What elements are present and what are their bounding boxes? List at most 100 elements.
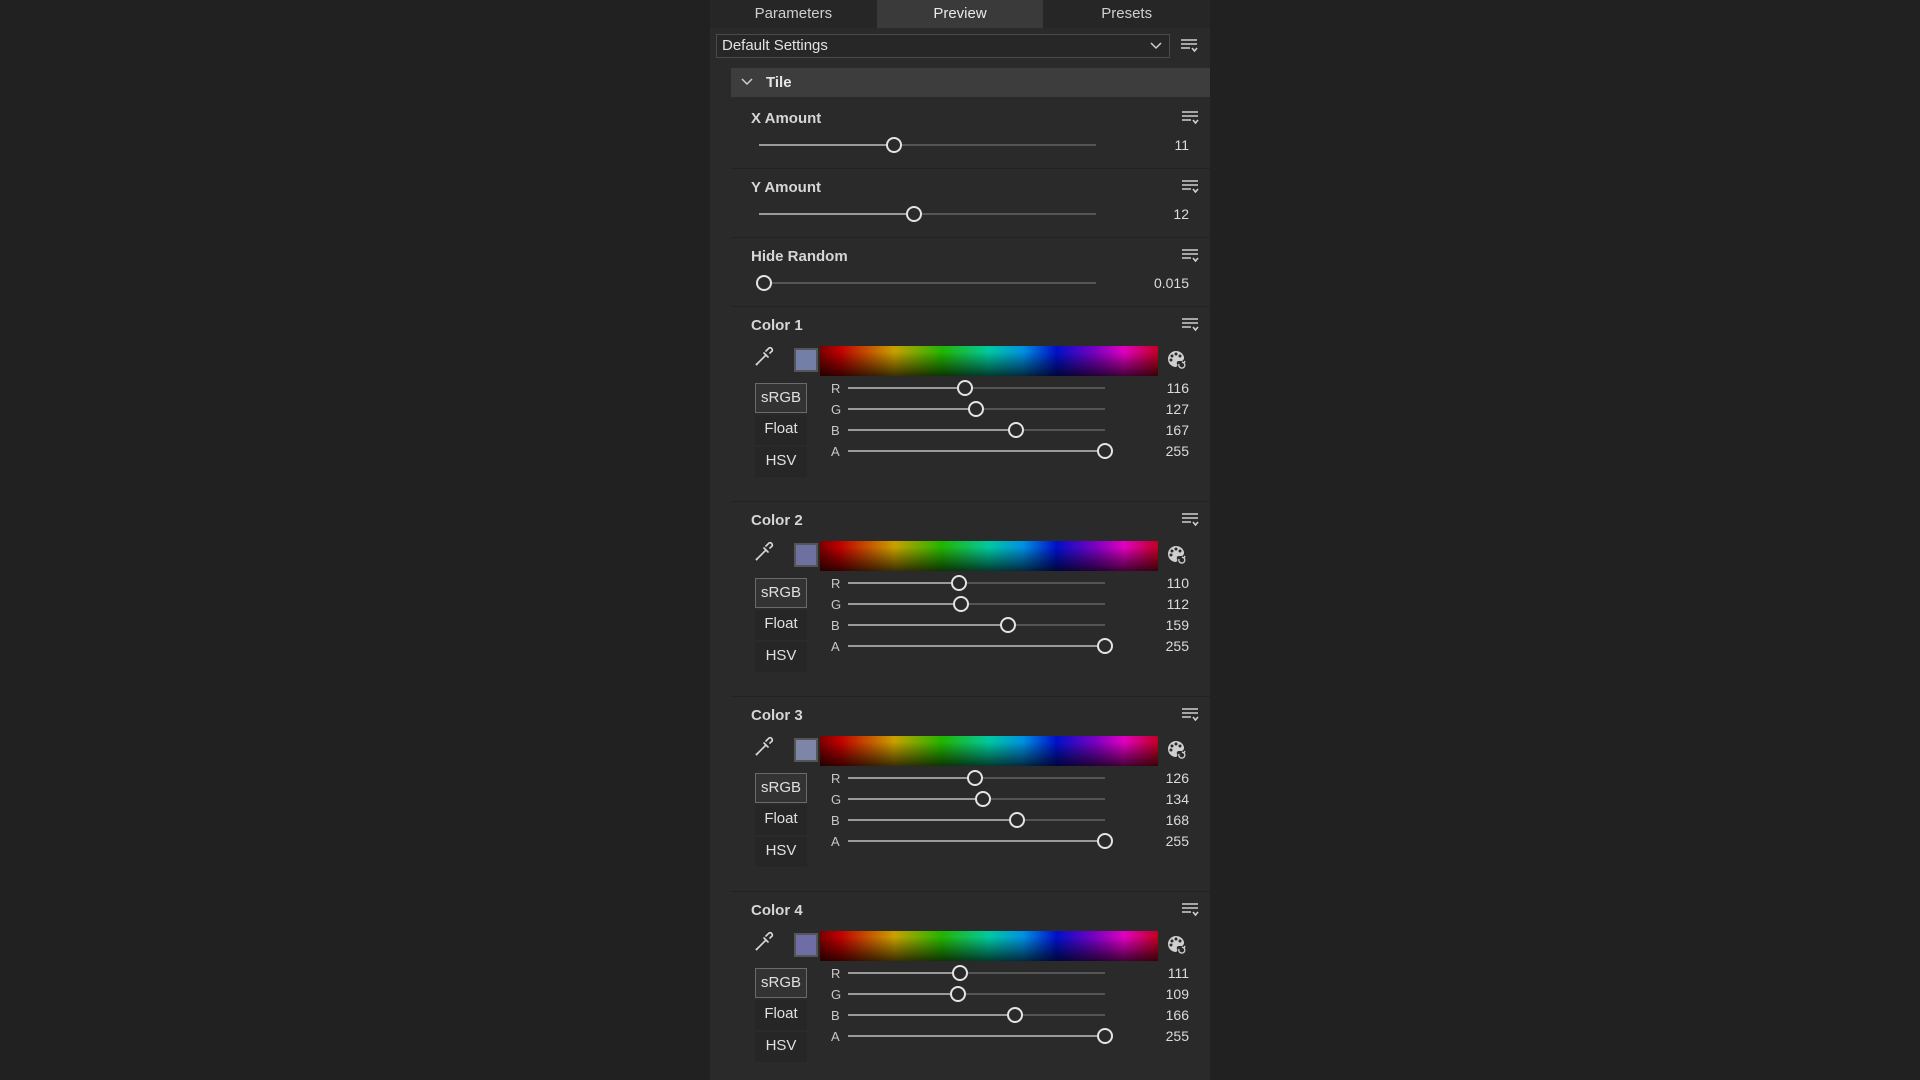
channel-value-b[interactable]: 166	[1166, 1007, 1189, 1023]
hue-spectrum[interactable]	[820, 736, 1158, 766]
color-wheel-icon[interactable]	[1165, 739, 1187, 761]
color-wheel-icon[interactable]	[1165, 544, 1187, 566]
hamburger-menu-icon[interactable]	[1180, 38, 1198, 54]
channel-value-b[interactable]: 167	[1166, 422, 1189, 438]
eyedropper-icon[interactable]	[754, 735, 774, 757]
channel-value-b[interactable]: 168	[1166, 812, 1189, 828]
channel-slider-a[interactable]	[848, 833, 1113, 849]
color-wheel-icon[interactable]	[1165, 349, 1187, 371]
channel-slider-g[interactable]	[848, 596, 1105, 612]
slider-knob[interactable]	[1008, 422, 1025, 438]
slider-knob[interactable]	[1007, 1007, 1024, 1023]
channel-slider-g[interactable]	[848, 986, 1105, 1002]
channel-slider-r[interactable]	[848, 380, 1105, 396]
y-amount-slider[interactable]	[759, 206, 1096, 222]
mode-button-hsv[interactable]: HSV	[755, 642, 807, 672]
param-value[interactable]: 0.015	[1154, 275, 1189, 291]
eyedropper-icon[interactable]	[754, 930, 774, 952]
channel-value-b[interactable]: 159	[1166, 617, 1189, 633]
slider-knob[interactable]	[756, 275, 773, 291]
channel-value-a[interactable]: 255	[1166, 443, 1189, 459]
slider-knob[interactable]	[951, 965, 968, 981]
group-header-tile[interactable]: Tile	[731, 68, 1210, 97]
channel-slider-b[interactable]	[848, 617, 1105, 633]
channel-value-r[interactable]: 116	[1167, 380, 1189, 396]
hamburger-menu-icon[interactable]	[1181, 248, 1199, 264]
channel-slider-a[interactable]	[848, 638, 1113, 654]
slider-fill	[848, 624, 1009, 626]
channel-slider-b[interactable]	[848, 812, 1105, 828]
channel-slider-b[interactable]	[848, 422, 1105, 438]
slider-knob[interactable]	[950, 575, 967, 591]
channel-slider-g[interactable]	[848, 401, 1105, 417]
channel-slider-a[interactable]	[848, 443, 1113, 459]
slider-knob[interactable]	[885, 137, 902, 153]
channel-value-g[interactable]: 112	[1167, 596, 1189, 612]
color-swatch[interactable]	[794, 348, 818, 372]
tab-parameters[interactable]: Parameters	[710, 0, 877, 28]
slider-knob[interactable]	[949, 986, 966, 1002]
slider-knob[interactable]	[906, 206, 923, 222]
hue-spectrum[interactable]	[820, 541, 1158, 571]
mode-button-srgb[interactable]: sRGB	[755, 383, 807, 413]
eyedropper-icon[interactable]	[754, 345, 774, 367]
slider-knob[interactable]	[1097, 833, 1113, 849]
mode-button-hsv[interactable]: HSV	[755, 447, 807, 477]
hamburger-menu-icon[interactable]	[1181, 707, 1199, 723]
hamburger-menu-icon[interactable]	[1181, 179, 1199, 195]
slider-knob[interactable]	[966, 770, 983, 786]
param-value[interactable]: 11	[1174, 137, 1189, 153]
slider-knob[interactable]	[1097, 638, 1113, 654]
hide-random-slider[interactable]	[756, 275, 1096, 291]
color-swatch[interactable]	[794, 543, 818, 567]
color-swatch[interactable]	[794, 738, 818, 762]
tab-preview[interactable]: Preview	[876, 0, 1044, 28]
hamburger-menu-icon[interactable]	[1181, 317, 1199, 333]
mode-button-float[interactable]: Float	[755, 415, 807, 445]
hue-spectrum[interactable]	[820, 931, 1158, 961]
channel-value-a[interactable]: 255	[1166, 638, 1189, 654]
mode-button-float[interactable]: Float	[755, 1000, 807, 1030]
hamburger-menu-icon[interactable]	[1181, 512, 1199, 528]
preset-dropdown[interactable]: Default Settings	[716, 34, 1170, 58]
channel-value-g[interactable]: 134	[1166, 791, 1189, 807]
channel-slider-b[interactable]	[848, 1007, 1105, 1023]
hamburger-menu-icon[interactable]	[1181, 110, 1199, 126]
mode-button-float[interactable]: Float	[755, 805, 807, 835]
channel-slider-g[interactable]	[848, 791, 1105, 807]
channel-value-a[interactable]: 255	[1166, 833, 1189, 849]
color-wheel-icon[interactable]	[1165, 934, 1187, 956]
channel-value-g[interactable]: 109	[1166, 986, 1189, 1002]
channel-value-r[interactable]: 111	[1168, 965, 1189, 981]
channel-slider-a[interactable]	[848, 1028, 1113, 1044]
slider-knob[interactable]	[975, 791, 992, 807]
mode-button-srgb[interactable]: sRGB	[755, 578, 807, 608]
slider-knob[interactable]	[1097, 443, 1113, 459]
x-amount-slider[interactable]	[759, 137, 1096, 153]
param-value[interactable]: 12	[1173, 206, 1189, 222]
slider-knob[interactable]	[956, 380, 973, 396]
slider-knob[interactable]	[967, 401, 984, 417]
eyedropper-icon[interactable]	[754, 540, 774, 562]
channel-slider-r[interactable]	[848, 575, 1105, 591]
channel-value-r[interactable]: 110	[1167, 575, 1189, 591]
channel-label-g: G	[831, 792, 842, 807]
tab-presets[interactable]: Presets	[1043, 0, 1210, 28]
slider-knob[interactable]	[1009, 812, 1026, 828]
slider-knob[interactable]	[1000, 617, 1017, 633]
mode-button-srgb[interactable]: sRGB	[755, 968, 807, 998]
mode-button-float[interactable]: Float	[755, 610, 807, 640]
channel-value-a[interactable]: 255	[1166, 1028, 1189, 1044]
hamburger-menu-icon[interactable]	[1181, 902, 1199, 918]
mode-button-srgb[interactable]: sRGB	[755, 773, 807, 803]
slider-knob[interactable]	[952, 596, 969, 612]
channel-slider-r[interactable]	[848, 965, 1105, 981]
mode-button-hsv[interactable]: HSV	[755, 837, 807, 867]
channel-slider-r[interactable]	[848, 770, 1105, 786]
channel-value-g[interactable]: 127	[1166, 401, 1189, 417]
color-swatch[interactable]	[794, 933, 818, 957]
mode-button-hsv[interactable]: HSV	[755, 1032, 807, 1062]
channel-value-r[interactable]: 126	[1166, 770, 1189, 786]
slider-knob[interactable]	[1097, 1028, 1113, 1044]
hue-spectrum[interactable]	[820, 346, 1158, 376]
